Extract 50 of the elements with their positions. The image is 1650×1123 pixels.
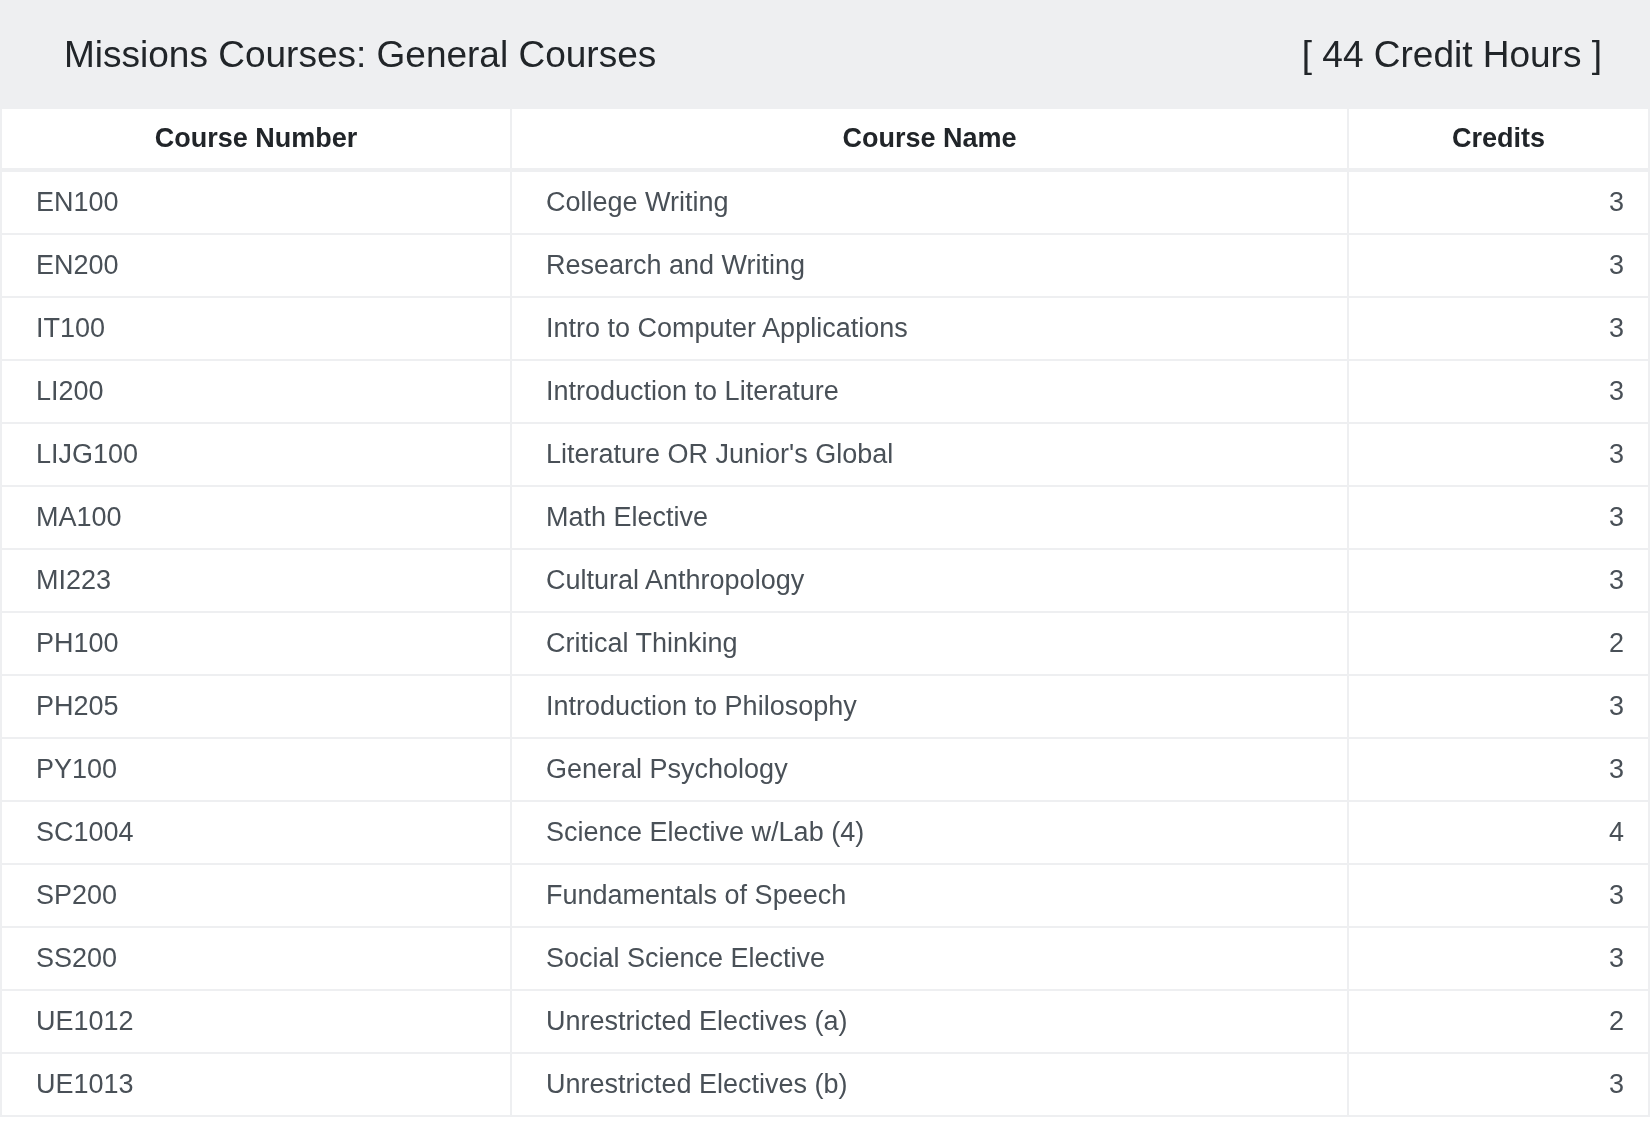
- table-cell: MI223: [2, 550, 512, 613]
- table-cell: Literature OR Junior's Global: [512, 424, 1349, 487]
- table-cell: SC1004: [2, 802, 512, 865]
- table-cell: 3: [1349, 1054, 1648, 1117]
- table-cell: 3: [1349, 424, 1648, 487]
- table-cell: Critical Thinking: [512, 613, 1349, 676]
- table-cell: 3: [1349, 172, 1648, 235]
- table-cell: SP200: [2, 865, 512, 928]
- table-cell: Unrestricted Electives (a): [512, 991, 1349, 1054]
- table-cell: 3: [1349, 550, 1648, 613]
- column-header: Course Name: [512, 109, 1349, 172]
- table-cell: Intro to Computer Applications: [512, 298, 1349, 361]
- column-header: Course Number: [2, 109, 512, 172]
- table-cell: MA100: [2, 487, 512, 550]
- table-cell: Introduction to Philosophy: [512, 676, 1349, 739]
- table-cell: 3: [1349, 739, 1648, 802]
- table-cell: 3: [1349, 928, 1648, 991]
- table-cell: Introduction to Literature: [512, 361, 1349, 424]
- table-cell: LIJG100: [2, 424, 512, 487]
- table-cell: UE1012: [2, 991, 512, 1054]
- table-cell: 2: [1349, 991, 1648, 1054]
- table-cell: Research and Writing: [512, 235, 1349, 298]
- table-cell: LI200: [2, 361, 512, 424]
- table-cell: 3: [1349, 676, 1648, 739]
- table-cell: College Writing: [512, 172, 1349, 235]
- credit-hours-total: [ 44 Credit Hours ]: [1301, 33, 1602, 76]
- table-cell: PY100: [2, 739, 512, 802]
- table-cell: EN200: [2, 235, 512, 298]
- table-cell: 2: [1349, 613, 1648, 676]
- table-cell: 4: [1349, 802, 1648, 865]
- table-cell: Fundamentals of Speech: [512, 865, 1349, 928]
- table-cell: SS200: [2, 928, 512, 991]
- table-cell: PH100: [2, 613, 512, 676]
- table-cell: 3: [1349, 235, 1648, 298]
- table-cell: IT100: [2, 298, 512, 361]
- table-cell: 3: [1349, 361, 1648, 424]
- table-cell: 3: [1349, 865, 1648, 928]
- table-cell: Social Science Elective: [512, 928, 1349, 991]
- table-cell: Science Elective w/Lab (4): [512, 802, 1349, 865]
- column-header: Credits: [1349, 109, 1648, 172]
- table-cell: PH205: [2, 676, 512, 739]
- table-cell: General Psychology: [512, 739, 1349, 802]
- table-cell: UE1013: [2, 1054, 512, 1117]
- table-cell: EN100: [2, 172, 512, 235]
- table-cell: 3: [1349, 298, 1648, 361]
- page-title: Missions Courses: General Courses: [64, 33, 657, 76]
- table-cell: Math Elective: [512, 487, 1349, 550]
- table-cell: 3: [1349, 487, 1648, 550]
- table-cell: Unrestricted Electives (b): [512, 1054, 1349, 1117]
- table-cell: Cultural Anthropology: [512, 550, 1349, 613]
